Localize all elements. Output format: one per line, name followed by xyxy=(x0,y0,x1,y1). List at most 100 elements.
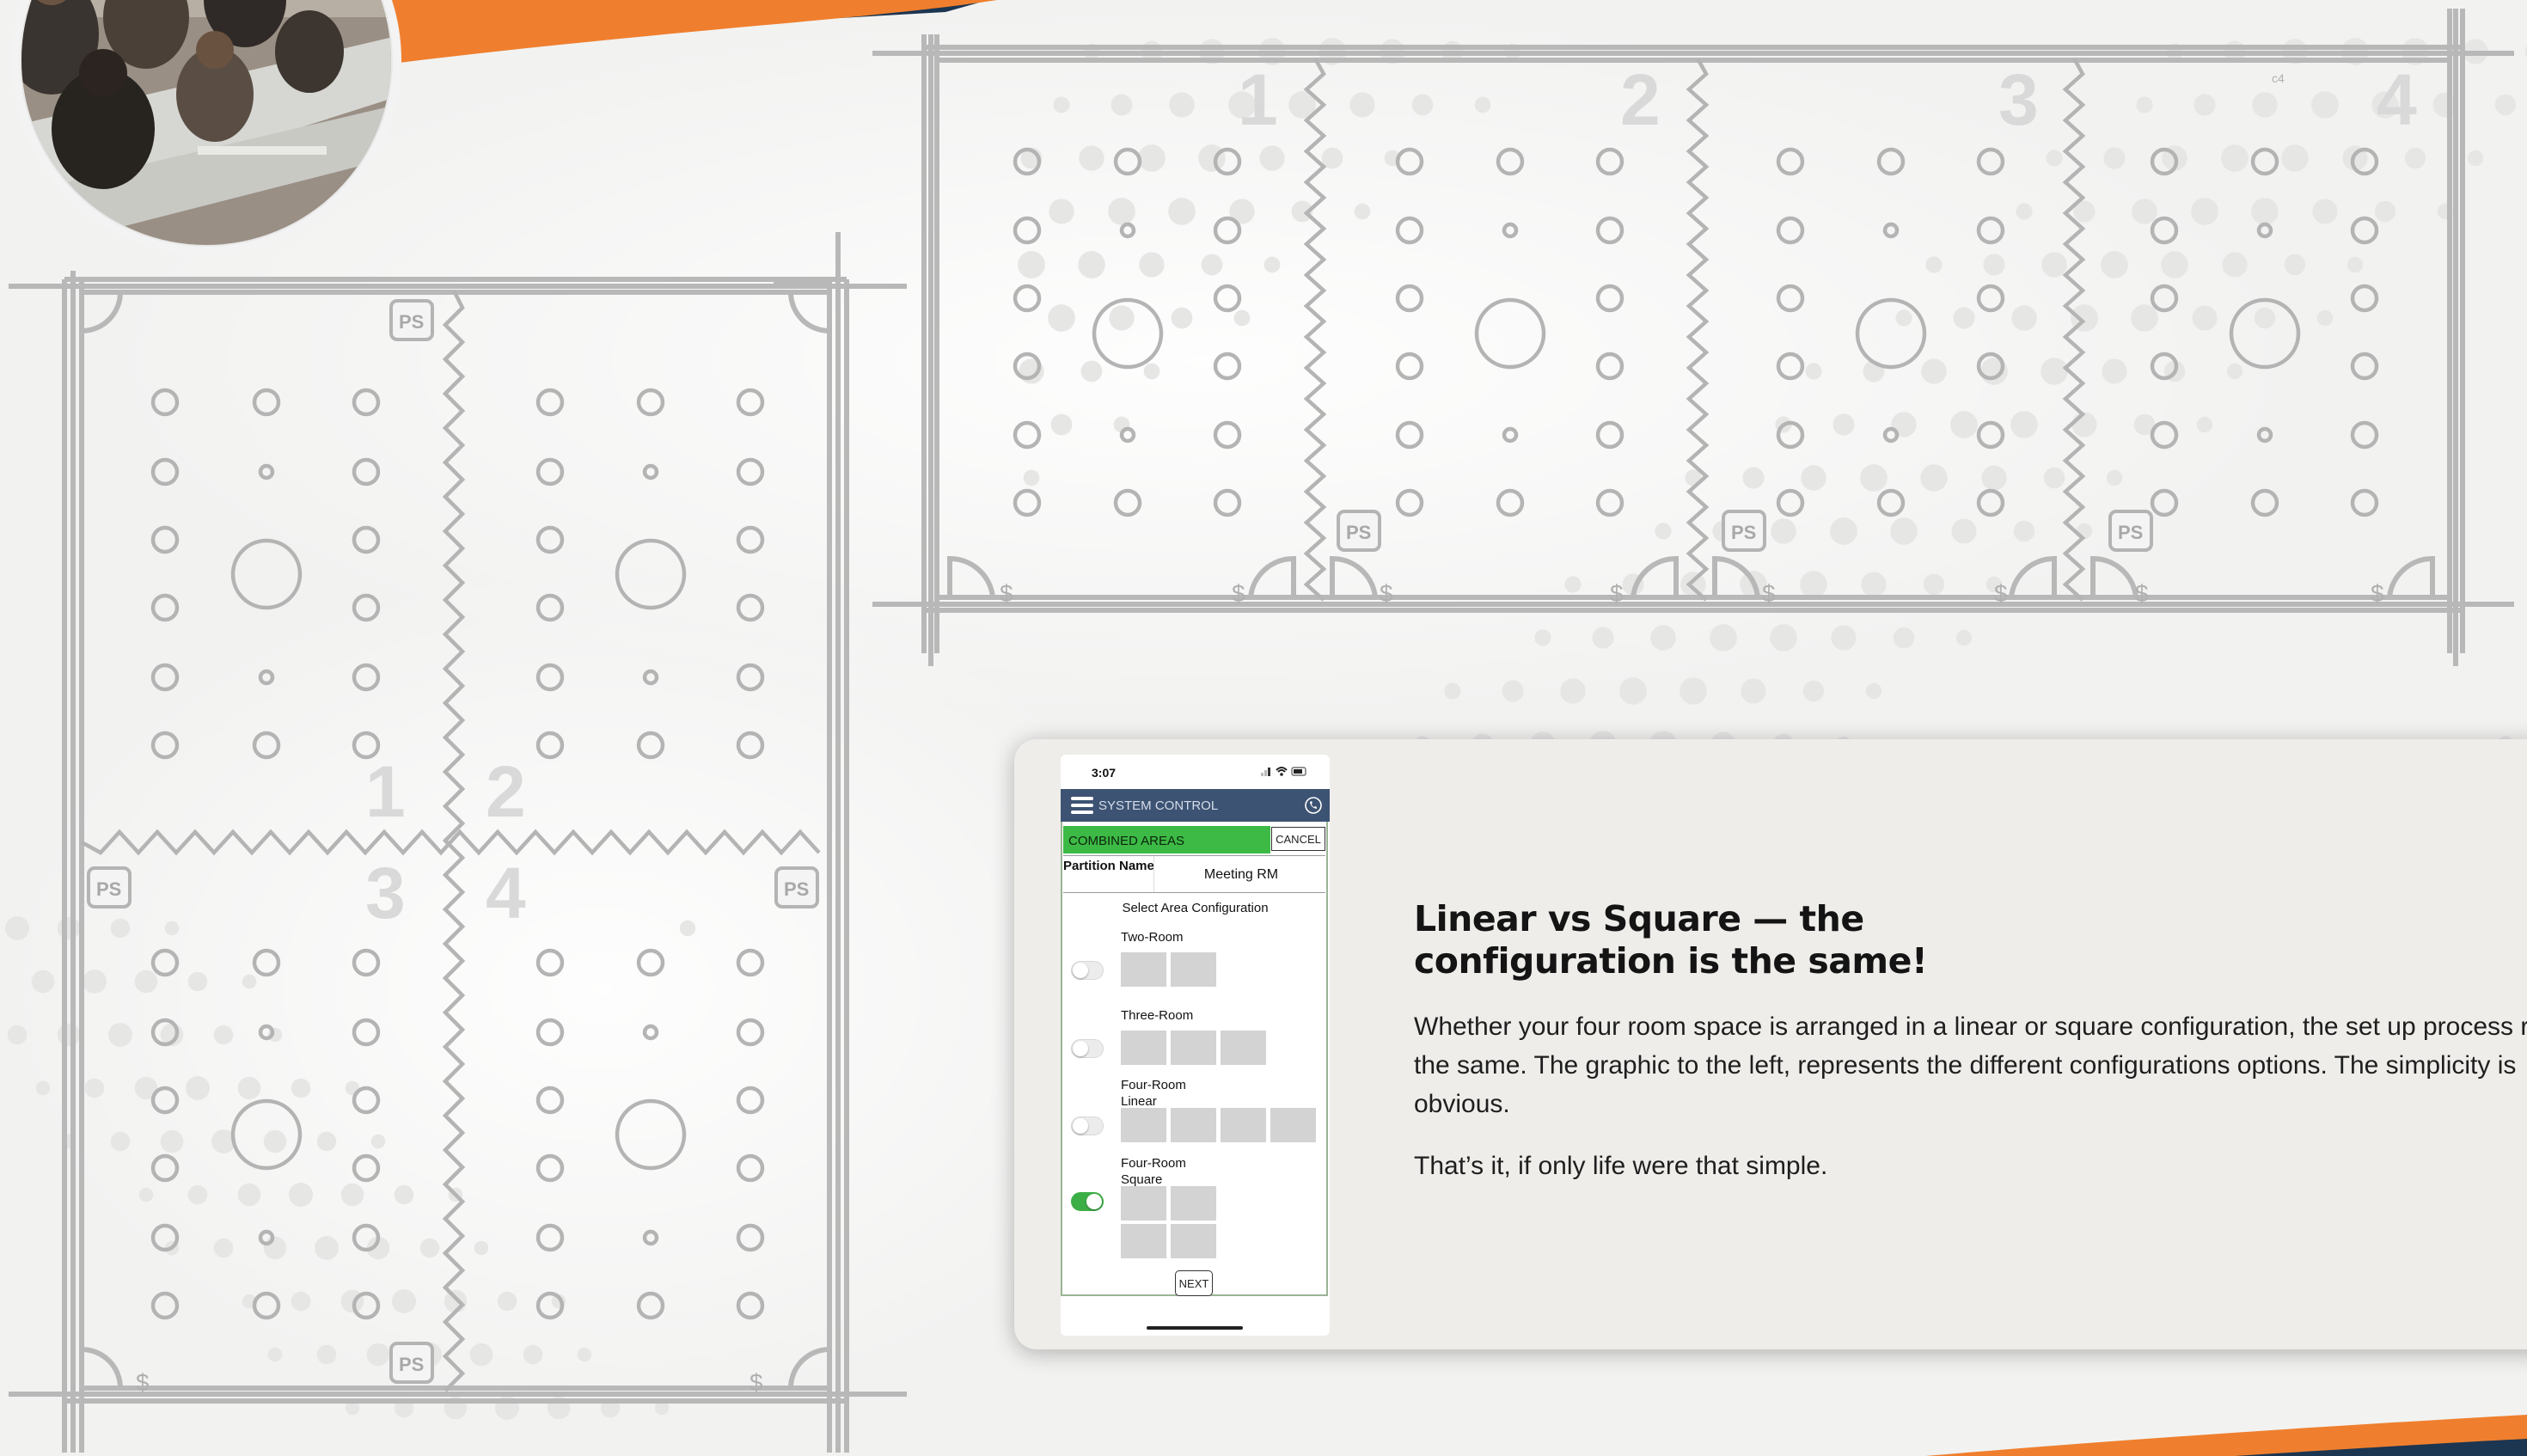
combined-areas-label: COMBINED AREAS xyxy=(1068,834,1185,848)
bg-dot xyxy=(1771,518,1796,544)
bg-dot xyxy=(2281,144,2309,172)
bg-dot xyxy=(7,1025,28,1045)
fixture-dot xyxy=(150,1291,180,1320)
bg-dot xyxy=(392,1289,416,1313)
outlet-symbol: $ xyxy=(2371,580,2384,607)
toggle-four-room-square[interactable] xyxy=(1071,1192,1104,1211)
bg-dot xyxy=(1770,624,1797,652)
bg-dot xyxy=(1831,625,1857,651)
bg-dot xyxy=(2011,305,2037,331)
bg-dot xyxy=(237,1076,261,1100)
ps-marker: PS xyxy=(2108,510,2153,552)
svg-text:PS: PS xyxy=(399,311,424,333)
bg-dot xyxy=(1865,682,1882,700)
bg-dot xyxy=(2404,147,2426,169)
bg-dot xyxy=(186,1076,210,1100)
phone-call-icon[interactable] xyxy=(1304,796,1323,815)
bg-dot xyxy=(1895,309,1912,327)
partition-name-value: Meeting RM xyxy=(1203,867,1279,882)
bg-dot xyxy=(1742,467,1765,489)
bg-dot xyxy=(1710,624,1737,652)
bg-dot xyxy=(160,1129,184,1153)
bg-dot xyxy=(1925,256,1943,273)
bg-dot xyxy=(1955,629,1973,646)
linear-room-number-1: 1 xyxy=(1238,59,1278,140)
bg-dot xyxy=(57,916,81,940)
linear-room-number-4: 4 xyxy=(2377,59,2417,140)
toggle-three-room[interactable] xyxy=(1071,1039,1104,1058)
bg-dot xyxy=(138,1187,154,1202)
bg-dot xyxy=(1078,251,1105,278)
bg-dot xyxy=(2013,520,2035,542)
room-tile xyxy=(1171,1224,1216,1258)
linear-room-number-3: 3 xyxy=(1998,59,2039,140)
bg-dot xyxy=(1800,571,1827,598)
outlet-symbol: $ xyxy=(1610,580,1624,607)
room-tile xyxy=(1171,1186,1216,1220)
bg-dot xyxy=(679,920,696,937)
bg-dot xyxy=(1830,517,1857,545)
cancel-button[interactable]: CANCEL xyxy=(1271,827,1325,851)
bg-dot xyxy=(242,974,257,989)
outlet-symbol: $ xyxy=(1000,580,1013,607)
bg-dot xyxy=(1198,144,1226,172)
toggle-four-room-linear[interactable] xyxy=(1071,1116,1104,1135)
card-paragraph-1: Whether your four room space is arranged… xyxy=(1414,1012,2527,1118)
next-button[interactable]: NEXT xyxy=(1175,1270,1213,1296)
svg-text:PS: PS xyxy=(784,878,809,900)
ps-marker: PS xyxy=(1722,510,1766,552)
bg-dot xyxy=(1833,413,1855,436)
bg-dot xyxy=(370,1134,386,1149)
bg-dot xyxy=(1861,572,1887,597)
room-tile xyxy=(1221,1031,1266,1065)
bg-dot xyxy=(2252,92,2278,118)
bg-dot xyxy=(2071,412,2097,437)
bg-dot xyxy=(419,1238,440,1258)
room-tile xyxy=(1171,952,1216,987)
linear-room-number-2: 2 xyxy=(1620,59,1661,140)
room-tile xyxy=(1171,1108,1216,1142)
bg-dot xyxy=(2191,198,2218,225)
bg-dot xyxy=(1264,256,1281,273)
option-label-four-room-square: Four-Room Square xyxy=(1121,1156,1186,1187)
bg-dot xyxy=(2221,144,2249,172)
fixture-dot xyxy=(150,525,180,554)
bg-dot xyxy=(1953,307,1975,329)
bg-dot xyxy=(108,1023,132,1047)
bg-dot xyxy=(1474,96,1491,113)
bg-dot xyxy=(35,1080,51,1096)
bg-dot xyxy=(1048,304,1075,332)
bg-dot xyxy=(2316,309,2334,327)
bg-dot xyxy=(2016,203,2033,220)
toggle-two-room[interactable] xyxy=(1071,961,1104,980)
bg-dot xyxy=(2132,199,2157,224)
fixture-dot xyxy=(2350,420,2379,450)
square-room-number-4: 4 xyxy=(486,853,526,933)
bg-dot xyxy=(523,1344,543,1365)
bg-dot xyxy=(2161,251,2188,278)
bg-dot xyxy=(340,1183,364,1207)
bg-dot xyxy=(213,1238,234,1258)
bg-dot xyxy=(2467,150,2484,167)
hamburger-menu-icon[interactable] xyxy=(1071,797,1093,814)
bg-dot xyxy=(1018,251,1045,278)
outlet-symbol: $ xyxy=(1232,580,1245,607)
room-tile xyxy=(1121,1224,1166,1258)
bg-dot xyxy=(2102,358,2127,384)
bg-dot xyxy=(2041,358,2068,385)
bg-dot xyxy=(57,1023,81,1047)
outlet-symbol: $ xyxy=(750,1369,763,1396)
bg-dot xyxy=(1169,92,1195,118)
bg-dot xyxy=(83,970,107,994)
bg-dot xyxy=(187,1184,208,1205)
bg-dot xyxy=(1921,358,1947,384)
svg-text:PS: PS xyxy=(399,1354,424,1375)
room-tile xyxy=(1121,1186,1166,1220)
outlet-symbol: $ xyxy=(136,1369,150,1396)
heading-line-1: Linear vs Square — the xyxy=(1414,898,1864,939)
divider xyxy=(1153,856,1154,892)
bg-dot xyxy=(213,1025,234,1045)
bg-dot xyxy=(2222,252,2248,278)
bg-dot xyxy=(577,1347,592,1362)
bg-dot xyxy=(2196,416,2213,433)
